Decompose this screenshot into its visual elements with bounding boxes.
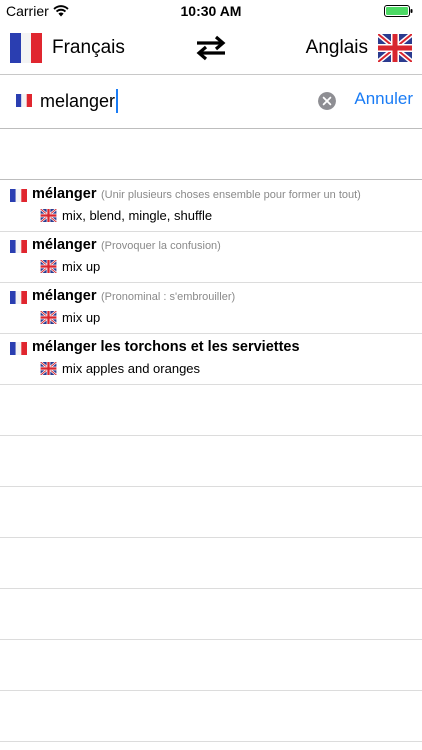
source-language-label: Français — [52, 37, 125, 58]
french-flag-icon — [10, 240, 27, 253]
result-translation: mix, blend, mingle, shuffle — [62, 208, 213, 223]
empty-list-row — [0, 691, 422, 742]
result-row[interactable]: mélanger les torchons et les serviettes … — [0, 334, 422, 385]
empty-list-row — [0, 538, 422, 589]
empty-list-row — [0, 385, 422, 436]
result-row[interactable]: mélanger (Pronominal : s'embrouiller) mi… — [0, 283, 422, 334]
result-translation: mix apples and oranges — [62, 361, 201, 376]
result-translation: mix up — [62, 259, 101, 274]
language-header: Français Anglais — [0, 22, 422, 75]
result-note: (Pronominal : s'embrouiller) — [101, 291, 236, 303]
clear-search-icon[interactable] — [318, 92, 336, 110]
uk-flag-icon — [40, 362, 57, 375]
status-time: 10:30 AM — [180, 3, 242, 19]
uk-flag-icon — [378, 34, 412, 62]
empty-list-row — [0, 436, 422, 487]
french-flag-icon — [10, 33, 42, 63]
french-flag-icon — [10, 291, 27, 304]
target-language-selector[interactable]: Anglais — [306, 22, 412, 74]
french-flag-icon — [10, 342, 27, 355]
target-language-label: Anglais — [305, 37, 368, 58]
search-input[interactable] — [40, 88, 300, 114]
source-language-selector[interactable]: Français — [10, 22, 125, 74]
result-headword: mélanger les torchons et les serviettes — [32, 339, 300, 355]
status-bar: Carrier 10:30 AM — [0, 0, 422, 22]
result-headword: mélanger — [32, 288, 97, 304]
result-translation: mix up — [62, 310, 101, 325]
result-headword: mélanger — [32, 237, 97, 253]
empty-list-row — [0, 640, 422, 691]
text-caret — [116, 89, 119, 113]
result-note: (Provoquer la confusion) — [101, 240, 221, 252]
result-headword: mélanger — [32, 186, 97, 202]
empty-list-row — [0, 589, 422, 640]
empty-list-row — [0, 487, 422, 538]
swap-languages-icon[interactable] — [194, 34, 228, 62]
french-flag-icon — [10, 189, 27, 202]
results-list: mélanger (Unir plusieurs choses ensemble… — [0, 181, 422, 742]
search-french-flag-icon — [16, 94, 32, 107]
battery-icon — [384, 5, 413, 17]
cancel-button[interactable]: Annuler — [354, 89, 413, 109]
uk-flag-icon — [40, 209, 57, 222]
result-note: (Unir plusieurs choses ensemble pour for… — [101, 189, 361, 201]
empty-panel — [0, 128, 422, 180]
uk-flag-icon — [40, 311, 57, 324]
result-row[interactable]: mélanger (Provoquer la confusion) mix up — [0, 232, 422, 283]
uk-flag-icon — [40, 260, 57, 273]
result-row[interactable]: mélanger (Unir plusieurs choses ensemble… — [0, 181, 422, 232]
